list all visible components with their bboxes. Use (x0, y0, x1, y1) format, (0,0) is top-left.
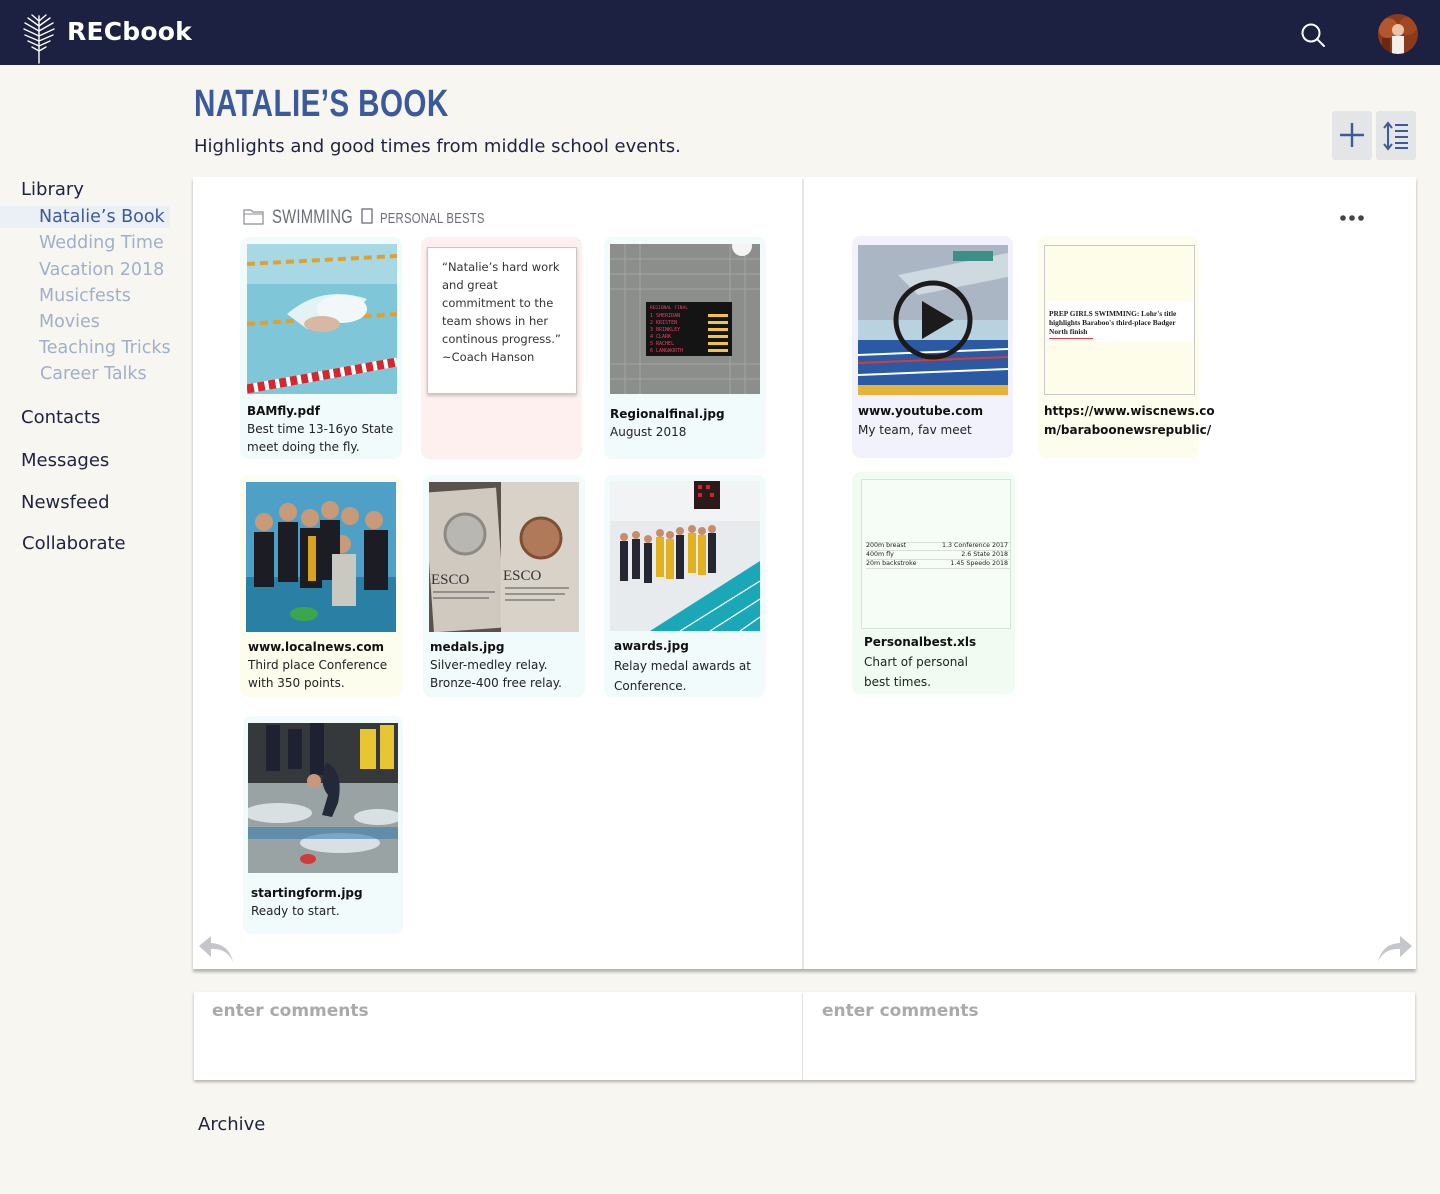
sidebar-item-movies[interactable]: Movies (39, 312, 100, 332)
page-icon (361, 208, 373, 224)
avatar[interactable] (1378, 14, 1418, 54)
card-title: www.youtube.com (858, 404, 984, 418)
card-title: BAMfly.pdf (247, 404, 320, 418)
sidebar-collaborate[interactable]: Collaborate (22, 533, 126, 554)
video-thumbnail (858, 245, 1008, 395)
card-description: August 2018 (610, 425, 687, 439)
card-description: Ready to start. (251, 904, 340, 918)
medal-brand-right: ESCO (503, 568, 542, 584)
right-comment-input[interactable] (822, 998, 1402, 1076)
team-photo-image (246, 482, 396, 632)
breadcrumb-folder[interactable]: SWIMMING (272, 207, 353, 229)
scoreboard-row: 4 CLARK (650, 334, 671, 340)
page-subtitle: Highlights and good times from middle sc… (194, 136, 681, 157)
add-button[interactable] (1332, 111, 1372, 160)
line-spacing-icon (1383, 121, 1408, 151)
sidebar-library[interactable]: Library (21, 179, 84, 200)
sheet-cell: 1.45 Speedo 2018 (950, 560, 1008, 567)
card-description: Silver-medley relay. Bronze-400 free rel… (430, 658, 562, 690)
page-title: NATALIE’S BOOK (194, 83, 449, 125)
sheet-cell: 20m backstroke (866, 560, 917, 567)
sidebar-item-wedding-time[interactable]: Wedding Time (39, 233, 164, 253)
card-title: https://www.wiscnews.co m/baraboonewsrep… (1044, 404, 1215, 437)
card-description: Best time 13-16yo State meet doing the f… (247, 422, 394, 454)
scoreboard-row: 2 KRISTEN (650, 320, 677, 326)
top-bar: RECbook (0, 0, 1440, 65)
sidebar-messages[interactable]: Messages (21, 450, 109, 471)
card-description: Chart of personal best times. (864, 655, 968, 689)
left-comment-input[interactable] (212, 998, 792, 1076)
archive-link[interactable]: Archive (198, 1114, 265, 1135)
sheet-cell: 2.6 State 2018 (961, 551, 1008, 558)
card-title: startingform.jpg (251, 886, 363, 900)
card-title: Regionalfinal.jpg (610, 407, 725, 421)
sidebar-item-natalies-book[interactable]: Natalie’s Book (39, 207, 165, 227)
sidebar-newsfeed[interactable]: Newsfeed (21, 492, 110, 513)
awards-pool-image (610, 481, 760, 631)
scoreboard-row: 6 LANGWORTH (650, 348, 683, 354)
more-options-icon[interactable] (1338, 213, 1368, 223)
line-spacing-button[interactable] (1376, 111, 1416, 160)
card-title: awards.jpg (614, 639, 689, 653)
folder-icon (243, 209, 264, 225)
sidebar-contacts[interactable]: Contacts (21, 407, 100, 428)
coach-quote: “Natalie’s hard work and great commitmen… (427, 247, 577, 394)
sidebar-item-career-talks[interactable]: Career Talks (40, 364, 147, 384)
news-headline: PREP GIRLS SWIMMING: Lohr's title highli… (1049, 309, 1177, 336)
card-title: Personalbest.xls (864, 635, 977, 649)
spreadsheet-preview: 200m breast 1.3 Conference 2017 400m fly 2… (861, 479, 1011, 629)
next-page-icon[interactable] (1376, 934, 1414, 966)
swimmer-butterfly-image (247, 244, 397, 394)
previous-page-icon[interactable] (197, 934, 235, 966)
scoreboard-row: 1 SHERIDAN (650, 313, 680, 319)
sidebar-item-vacation-2018[interactable]: Vacation 2018 (39, 260, 164, 280)
sidebar-item-teaching-tricks[interactable]: Teaching Tricks (39, 338, 171, 358)
medal-brand-left: ESCO (431, 572, 470, 588)
brand-name[interactable]: RECbook (67, 17, 192, 46)
medals-image: ESCO ESCO (429, 482, 579, 632)
comments-divider (802, 993, 803, 1080)
plus-icon (1340, 123, 1364, 147)
sheet-cell: 200m breast (866, 542, 907, 549)
card-description: My team, fav meet (858, 423, 972, 437)
scoreboard-row: 3 BRINKLEY (650, 327, 680, 333)
scoreboard-image: REGIONAL FINAL 1 SHERIDAN 2 KRISTEN 3 BR… (610, 244, 760, 394)
scoreboard-header: REGIONAL FINAL (650, 305, 688, 311)
book-spine (802, 179, 804, 969)
search-icon[interactable] (1300, 22, 1326, 48)
card-description: Third place Conference with 350 points. (248, 658, 388, 690)
sheet-cell: 1.3 Conference 2017 (941, 542, 1008, 549)
sidebar-item-musicfests[interactable]: Musicfests (39, 286, 131, 306)
scoreboard-row: 5 RACHEL (650, 341, 674, 347)
card-description: Relay medal awards at Conference. (614, 659, 751, 693)
starting-block-image (248, 723, 398, 873)
breadcrumb-page[interactable]: PERSONAL BESTS (380, 211, 485, 227)
news-article-preview: PREP GIRLS SWIMMING: Lohr's title highli… (1044, 245, 1195, 395)
palm-leaf-icon[interactable] (22, 13, 56, 65)
sheet-cell: 400m fly (866, 551, 894, 558)
card-title: www.localnews.com (248, 640, 385, 654)
card-title: medals.jpg (430, 640, 505, 654)
